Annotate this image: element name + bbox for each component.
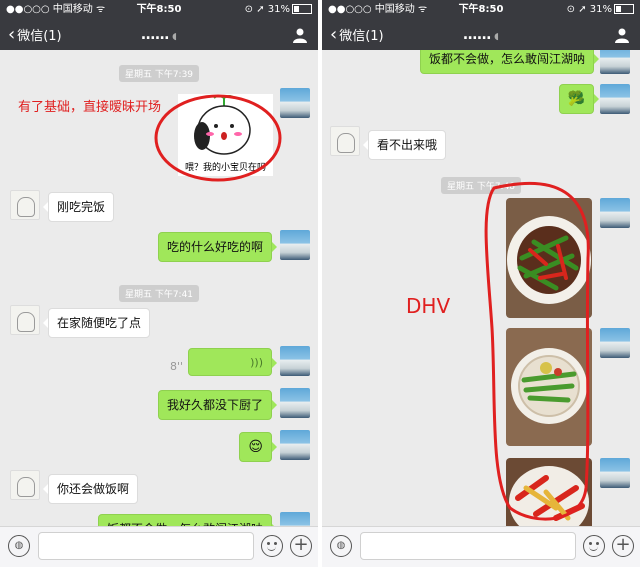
message-bubble[interactable]: 看不出来哦: [362, 130, 447, 160]
red-circle-annotation: [154, 94, 282, 182]
my-avatar[interactable]: [280, 388, 310, 418]
battery-icon: [614, 4, 634, 14]
battery-icon: [292, 4, 312, 14]
my-avatar[interactable]: [600, 50, 630, 74]
input-bar: ◍ +: [322, 526, 640, 567]
emoji-message[interactable]: 😌: [239, 432, 277, 462]
annotation-text: DHV: [406, 294, 451, 318]
message-bubble[interactable]: 饭都不会做，怎么敢闯江湖呐: [419, 50, 600, 74]
ear-icon: ◖: [494, 32, 499, 42]
status-bar: ●●○○○ 中国移动 ᯤ 下午8:50 ⊙ ➚ 31%: [322, 0, 640, 20]
annotation-text: 有了基础，直接暧昧开场: [18, 100, 162, 115]
message-bubble[interactable]: 在家随便吃了点: [42, 308, 151, 338]
my-avatar[interactable]: [600, 328, 630, 358]
emoji-icon[interactable]: [261, 535, 283, 557]
my-avatar[interactable]: [280, 346, 310, 376]
friend-avatar[interactable]: [10, 190, 40, 220]
plus-icon[interactable]: +: [612, 535, 634, 557]
my-avatar[interactable]: [600, 198, 630, 228]
message-input[interactable]: [360, 532, 576, 560]
my-avatar[interactable]: [280, 430, 310, 460]
my-avatar[interactable]: [280, 230, 310, 260]
my-avatar[interactable]: [600, 458, 630, 488]
message-bubble[interactable]: 你还会做饭啊: [42, 474, 139, 504]
plus-icon[interactable]: +: [290, 535, 312, 557]
timestamp: 星期五 下午7:39: [0, 62, 318, 82]
voice-wave-icon: ))): [250, 356, 263, 369]
input-bar: ◍ +: [0, 526, 318, 567]
voice-duration: 8'': [170, 360, 184, 373]
red-circle-annotation: [484, 181, 590, 521]
person-icon[interactable]: [292, 27, 308, 43]
battery-status: ⊙ ➚ 31%: [567, 0, 634, 20]
chat-title: …… ◖: [141, 27, 177, 43]
emoji-message[interactable]: 🥦: [558, 84, 600, 114]
ear-icon: ◖: [172, 32, 177, 42]
chat-area[interactable]: 星期五 下午7:39 有了基础，直接暧昧开场 喂？我的小宝贝在吗 刚吃完饭 吃的…: [0, 50, 318, 527]
message-input[interactable]: [38, 532, 254, 560]
status-bar: ●●○○○ 中国移动 ᯤ 下午8:50 ⊙ ➚ 31%: [0, 0, 318, 20]
voice-input-icon[interactable]: ◍: [8, 535, 30, 557]
friend-avatar[interactable]: [10, 470, 40, 500]
my-avatar[interactable]: [280, 512, 310, 527]
battery-status: ⊙ ➚ 31%: [245, 0, 312, 20]
voice-input-icon[interactable]: ◍: [330, 535, 352, 557]
left-phone-screen: ●●○○○ 中国移动 ᯤ 下午8:50 ⊙ ➚ 31% ‹ 微信(1) …… ◖ 星…: [0, 0, 318, 567]
message-bubble[interactable]: 刚吃完饭: [42, 192, 115, 222]
message-bubble[interactable]: 我好久都没下厨了: [157, 390, 278, 420]
friend-avatar[interactable]: [10, 305, 40, 335]
person-icon[interactable]: [614, 27, 630, 43]
timestamp: 星期五 下午7:41: [0, 282, 318, 302]
nav-bar: ‹ 微信(1) …… ◖: [322, 20, 640, 50]
right-phone-screen: ●●○○○ 中国移动 ᯤ 下午8:50 ⊙ ➚ 31% ‹ 微信(1) …… ◖ 饭…: [322, 0, 640, 567]
my-avatar[interactable]: [600, 84, 630, 114]
friend-avatar[interactable]: [330, 126, 360, 156]
emoji-icon[interactable]: [583, 535, 605, 557]
message-bubble[interactable]: 吃的什么好吃的啊: [157, 232, 278, 262]
chat-title: …… ◖: [463, 27, 499, 43]
voice-message[interactable]: ))): [188, 348, 277, 376]
nav-bar: ‹ 微信(1) …… ◖: [0, 20, 318, 50]
chat-area[interactable]: 饭都不会做，怎么敢闯江湖呐 🥦 看不出来哦 星期五 下午7:48 DHV: [322, 50, 640, 527]
